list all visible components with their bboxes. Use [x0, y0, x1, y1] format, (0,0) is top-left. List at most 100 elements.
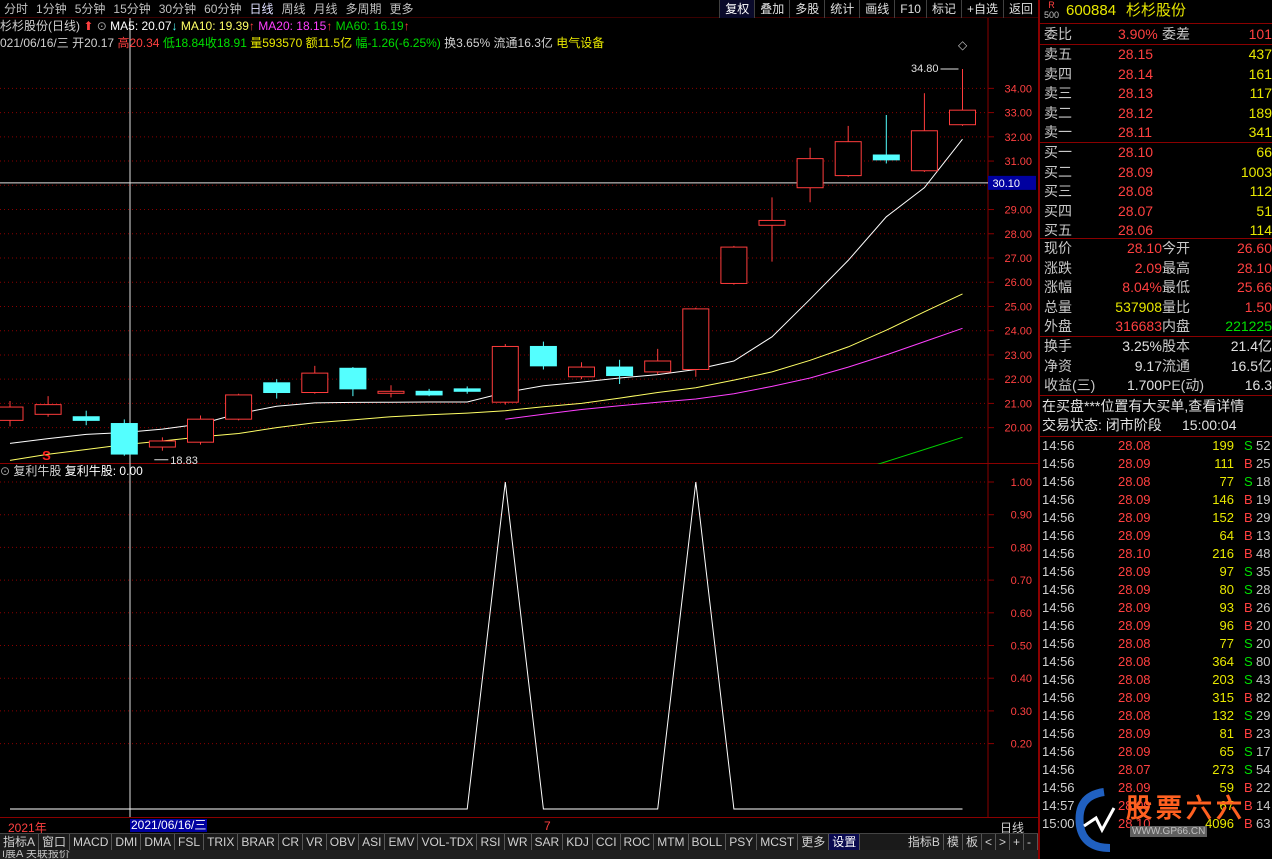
- indicator-tab-19[interactable]: ROC: [621, 834, 655, 850]
- big-order-notice[interactable]: 在买盘***位置有大买单,查看详情: [1040, 397, 1272, 416]
- stat-label: 今开: [1162, 240, 1190, 256]
- indicator-tab-right-6[interactable]: -: [1024, 834, 1038, 850]
- tick-time: 14:56: [1042, 762, 1075, 777]
- period-tab-1[interactable]: 1分钟: [32, 0, 71, 18]
- info-volume: 量593570: [250, 36, 303, 50]
- market-badge: R 500: [1044, 0, 1060, 20]
- notice-text[interactable]: 在买盘***位置有大买单,查看详情: [1042, 397, 1244, 416]
- stat-label: 内盘: [1162, 318, 1190, 334]
- indicator-tab-18[interactable]: CCI: [593, 834, 621, 850]
- indicator-menu-icon[interactable]: ⊙: [0, 464, 10, 478]
- tick-time: 14:56: [1042, 690, 1075, 705]
- sells-row: 卖四 28.14 161: [1040, 65, 1272, 84]
- quote-panel: R 500 600884 杉杉股份 委比 3.90% 委差 101 卖五 28.15…: [1038, 0, 1272, 859]
- tool-button-2[interactable]: 多股: [789, 0, 824, 18]
- period-tab-5[interactable]: 60分钟: [200, 0, 245, 18]
- indicator-tab-right-1[interactable]: 模: [944, 834, 963, 850]
- indicator-tab-right-4[interactable]: >: [996, 834, 1010, 850]
- tool-button-7[interactable]: +自选: [960, 0, 1003, 18]
- period-tab-2[interactable]: 5分钟: [71, 0, 110, 18]
- stock-code: 600884: [1066, 2, 1117, 19]
- tick-row: 14:56 28.09 97 S 35: [1040, 563, 1272, 581]
- candle-body: [682, 308, 710, 370]
- buys-label: 买二: [1044, 163, 1072, 180]
- indicator-tab-right-3[interactable]: <: [982, 834, 996, 850]
- period-toolbar: 分时 1分钟 5分钟 15分钟 30分钟 60分钟 日线 周线 月线 多周期 更多 复权 叠加 多股 统计…: [0, 0, 1038, 18]
- tick-row: 14:56 28.09 65 S 17: [1040, 743, 1272, 761]
- period-tab-0[interactable]: 分时: [0, 0, 32, 18]
- stat-value: 28.10: [1126, 240, 1162, 256]
- buys-row: 买二 28.09 1003: [1040, 163, 1272, 182]
- indicator-tab-25[interactable]: 设置: [829, 834, 861, 850]
- indicator-tab-13[interactable]: VOL-TDX: [418, 834, 478, 850]
- period-tab-6[interactable]: 日线: [245, 0, 277, 18]
- indicator-tab-right-5[interactable]: +: [1010, 834, 1024, 850]
- indicator-tab-9[interactable]: VR: [303, 834, 327, 850]
- candle-body: [415, 390, 443, 396]
- indicator-tick-label: 0.90: [1011, 510, 1032, 522]
- indicator-tab-12[interactable]: EMV: [385, 834, 419, 850]
- indicator-tick-label: 0.50: [1011, 641, 1032, 653]
- tick-row: 14:56 28.09 96 B 20: [1040, 617, 1272, 635]
- tick-count: 28: [1256, 582, 1271, 597]
- tool-button-0[interactable]: 复权: [719, 0, 755, 18]
- kline-chart[interactable]: 34.8018.83S◇ 34.0033.0032.0031.0030.0029…: [0, 18, 1038, 489]
- indicator-tab-23[interactable]: MCST: [757, 834, 799, 850]
- period-tab-4[interactable]: 30分钟: [155, 0, 200, 18]
- indicator-tab-right-0[interactable]: 指标B: [905, 834, 944, 850]
- indicator-tab-14[interactable]: RSI: [477, 834, 505, 850]
- tick-direction: B: [1244, 726, 1253, 741]
- indicator-tab-6[interactable]: TRIX: [204, 834, 239, 850]
- indicator-tab-1[interactable]: 窗口: [39, 834, 71, 850]
- tick-volume: 152: [1212, 510, 1234, 525]
- stat-row: 现价 28.10 今开 26.60: [1040, 239, 1272, 258]
- indicator-tab-10[interactable]: OBV: [327, 834, 360, 850]
- candle: [529, 341, 557, 370]
- tick-row: 14:56 28.10 216 B 48: [1040, 545, 1272, 563]
- period-tab-7[interactable]: 周线: [277, 0, 309, 18]
- period-tab-8[interactable]: 月线: [310, 0, 342, 18]
- indicator-tab-2[interactable]: MACD: [70, 834, 113, 850]
- period-tab-10[interactable]: 更多: [386, 0, 418, 18]
- stat-value: 28.10: [1236, 259, 1272, 276]
- price-tick-label: 23.00: [1004, 350, 1032, 362]
- dropdown-icon[interactable]: ⊙: [97, 19, 107, 33]
- indicator-tab-21[interactable]: BOLL: [689, 834, 727, 850]
- indicator-tab-4[interactable]: DMA: [141, 834, 176, 850]
- candle: [377, 385, 405, 398]
- indicator-tab-right-2[interactable]: 板: [963, 834, 982, 850]
- indicator-tab-20[interactable]: MTM: [654, 834, 689, 850]
- stat-row: 外盘 316683 内盘 221225: [1040, 317, 1272, 336]
- tick-volume: 132: [1212, 708, 1234, 723]
- tool-button-3[interactable]: 统计: [824, 0, 859, 18]
- tick-price: 28.09: [1118, 726, 1151, 741]
- indicator-tab-7[interactable]: BRAR: [238, 834, 279, 850]
- indicator-chart[interactable]: 1.00 0.90 0.80 0.70 0.60 0.50 0.40 0.30 0.20 ⊙ 复…: [0, 464, 1038, 817]
- price-tick-label: 27.00: [1004, 253, 1032, 265]
- indicator-tab-5[interactable]: FSL: [175, 834, 205, 850]
- period-tab-3[interactable]: 15分钟: [109, 0, 154, 18]
- tick-price: 28.09: [1118, 528, 1151, 543]
- tick-time: 14:56: [1042, 708, 1075, 723]
- indicator-tab-3[interactable]: DMI: [112, 834, 142, 850]
- indicator-tab-16[interactable]: SAR: [532, 834, 564, 850]
- tick-volume: 97: [1219, 564, 1234, 579]
- tool-button-6[interactable]: 标记: [925, 0, 961, 18]
- period-tab-9[interactable]: 多周期: [342, 0, 386, 18]
- indicator-tab-17[interactable]: KDJ: [563, 834, 593, 850]
- indicator-tab-8[interactable]: CR: [279, 834, 304, 850]
- indicator-tab-0[interactable]: 指标A: [0, 834, 40, 850]
- tool-button-8[interactable]: 返回: [1002, 0, 1038, 18]
- indicator-tab-11[interactable]: ASI: [359, 834, 386, 850]
- indicator-tab-24[interactable]: 更多: [798, 834, 830, 850]
- tool-button-4[interactable]: 画线: [859, 0, 894, 18]
- weicha-label: 委差: [1162, 26, 1190, 42]
- tool-button-1[interactable]: 叠加: [754, 0, 789, 18]
- crosshair-price: 30.10: [992, 178, 1020, 190]
- candle: [110, 419, 138, 456]
- tool-button-5[interactable]: F10: [894, 0, 926, 18]
- indicator-tab-22[interactable]: PSY: [726, 834, 758, 850]
- stat-label: 外盘: [1044, 318, 1072, 334]
- indicator-tab-15[interactable]: WR: [505, 834, 532, 850]
- tick-row: 14:56 28.08 364 S 80: [1040, 653, 1272, 671]
